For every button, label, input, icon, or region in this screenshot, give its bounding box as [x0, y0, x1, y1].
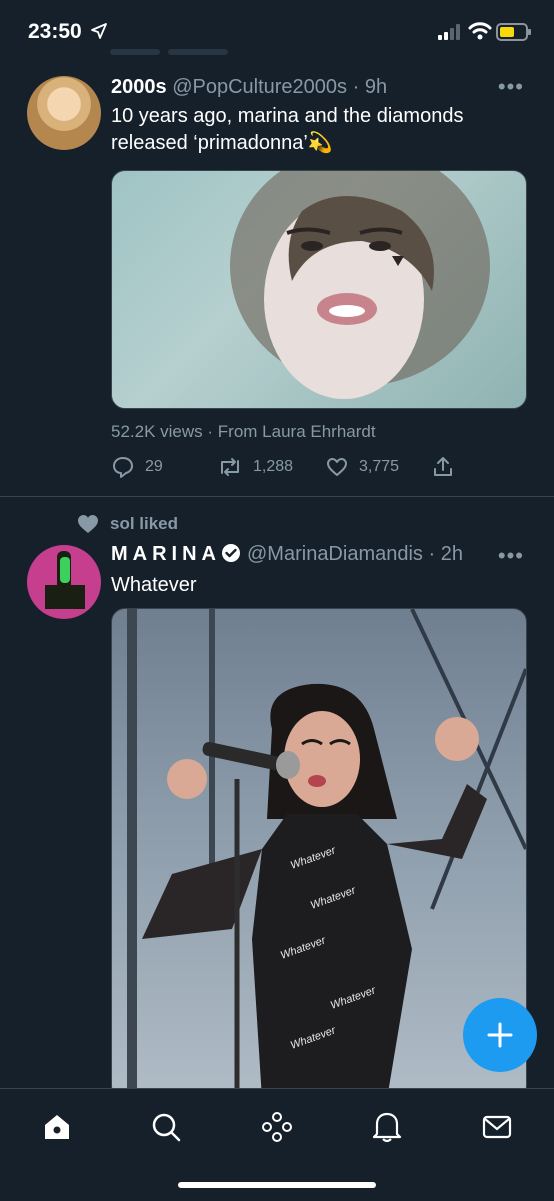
retweet-button[interactable]: 1,288	[217, 455, 293, 479]
tweet-header: MARINA @MarinaDiamandis · 2h	[111, 543, 463, 566]
display-name[interactable]: MARINA	[111, 543, 221, 565]
reply-count: 29	[145, 458, 163, 475]
compose-tweet-button[interactable]	[463, 998, 537, 1072]
home-icon	[45, 1115, 69, 1139]
tweet-text-line: 10 years ago, marina and the diamonds	[111, 105, 464, 127]
retweet-count: 1,288	[253, 458, 294, 475]
tweet-actions: 29 1,288 3,775	[111, 455, 531, 479]
search-icon	[152, 1113, 181, 1142]
blurred-text-icon	[110, 49, 228, 55]
avatar[interactable]	[27, 545, 101, 619]
status-time: 23:50	[28, 20, 82, 43]
social-context-label: sol liked	[110, 514, 179, 533]
tweet-video[interactable]	[111, 170, 527, 409]
social-context[interactable]: sol liked	[76, 513, 178, 535]
tweet-time[interactable]: 2h	[441, 543, 463, 565]
video-frame-image	[230, 171, 490, 399]
heart-filled-icon	[78, 515, 98, 533]
tweet-time[interactable]: 9h	[365, 76, 387, 98]
tweet-divider	[0, 496, 554, 497]
cellular-signal-icon	[438, 24, 460, 40]
view-count: 52.2K views	[111, 422, 203, 441]
tab-search[interactable]	[146, 1107, 186, 1147]
video-meta: 52.2K views · From Laura Ehrhardt	[111, 422, 376, 441]
tab-notifications[interactable]	[367, 1107, 407, 1147]
more-options-icon[interactable]: •••	[498, 74, 524, 100]
more-options-icon[interactable]: •••	[498, 543, 524, 569]
tab-spaces[interactable]	[257, 1107, 297, 1147]
tab-home[interactable]	[37, 1107, 77, 1147]
reply-icon	[113, 457, 133, 478]
notifications-icon	[372, 1112, 402, 1143]
retweet-icon	[221, 458, 239, 476]
tab-messages[interactable]	[477, 1107, 517, 1147]
messages-icon	[482, 1115, 512, 1139]
share-button[interactable]	[431, 455, 455, 479]
separator-dot: ·	[422, 543, 441, 565]
home-indicator[interactable]	[178, 1182, 376, 1188]
battery-icon	[496, 23, 531, 41]
spaces-icon	[262, 1112, 292, 1142]
status-bar: 23:50	[0, 0, 554, 66]
avatar[interactable]	[27, 76, 101, 150]
verified-badge-icon	[222, 544, 240, 562]
user-handle[interactable]: @PopCulture2000s	[172, 76, 347, 98]
obscured-context-row	[110, 44, 230, 60]
video-source[interactable]: From Laura Ehrhardt	[218, 422, 376, 441]
like-button[interactable]: 3,775	[325, 455, 399, 479]
like-count: 3,775	[359, 458, 400, 475]
dizzy-emoji: 💫	[307, 132, 333, 154]
tweet-text-line: released ‘primadonna’	[111, 132, 308, 154]
display-name[interactable]: 2000s	[111, 76, 167, 98]
wifi-icon	[468, 22, 492, 40]
location-arrow-icon	[91, 23, 107, 39]
reply-button[interactable]: 29	[111, 455, 163, 479]
user-handle[interactable]: @MarinaDiamandis	[247, 543, 423, 565]
tweet-text: Whatever	[111, 574, 197, 596]
heart-icon	[327, 458, 347, 476]
separator-dot: ·	[347, 76, 365, 98]
plus-icon	[487, 1022, 513, 1048]
tweet-text: 10 years ago, marina and the diamonds re…	[111, 103, 531, 157]
share-icon	[434, 457, 452, 476]
tweet-header: 2000s @PopCulture2000s · 9h	[111, 76, 387, 99]
